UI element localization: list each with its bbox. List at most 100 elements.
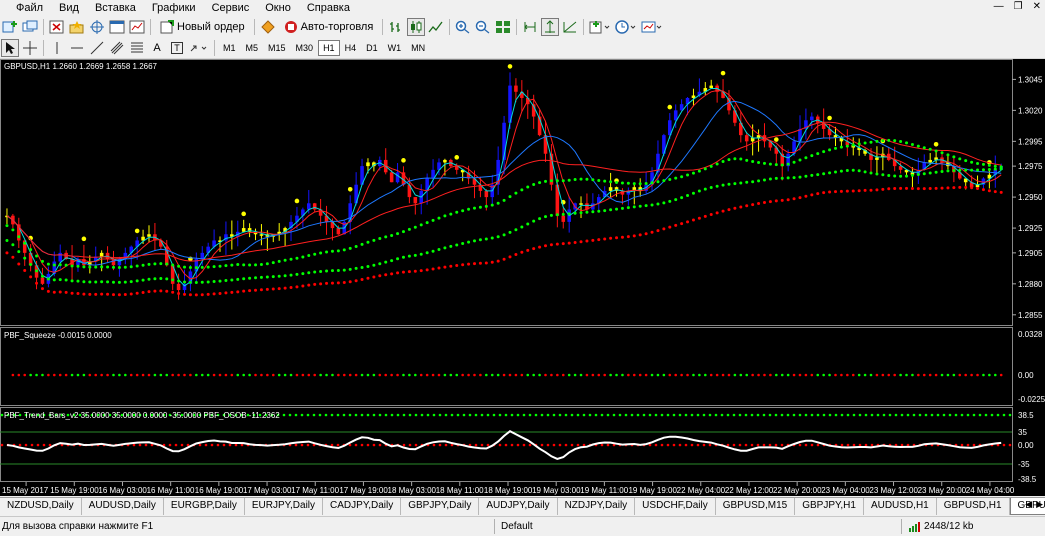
tf-h4[interactable]: H4 xyxy=(340,40,362,56)
squeeze-dot xyxy=(124,374,127,377)
horizontal-line-button[interactable] xyxy=(68,39,86,57)
tab-chart[interactable]: AUDUSD,H1 xyxy=(864,498,937,515)
new-order-button[interactable]: Новый ордер xyxy=(155,18,250,36)
strategy-tester-button[interactable] xyxy=(128,18,146,36)
tab-chart[interactable]: GBPJPY,Daily xyxy=(401,498,479,515)
green-dot-line xyxy=(295,257,298,260)
trend-top-dot xyxy=(775,414,778,417)
text-tool-button[interactable]: A xyxy=(148,39,166,57)
tab-chart[interactable]: AUDJPY,Daily xyxy=(479,498,557,515)
tf-mn[interactable]: MN xyxy=(406,40,430,56)
terminal-button[interactable] xyxy=(108,18,126,36)
tab-prev-icon[interactable]: ◀ xyxy=(1025,499,1032,510)
trend-top-dot xyxy=(331,414,334,417)
green-dot-line-2 xyxy=(852,169,855,172)
tab-chart[interactable]: GBPJPY,H1 xyxy=(795,498,864,515)
trendline-button[interactable] xyxy=(88,39,106,57)
candle-chart-button[interactable] xyxy=(407,18,425,36)
templates-button[interactable] xyxy=(640,18,664,36)
menu-help[interactable]: Справка xyxy=(299,0,358,16)
menu-view[interactable]: Вид xyxy=(51,0,87,16)
green-dot-line-2 xyxy=(76,280,79,283)
menu-tools[interactable]: Сервис xyxy=(204,0,258,16)
red-dot-line xyxy=(946,186,949,189)
candle-body xyxy=(58,253,62,262)
tab-chart[interactable]: GBPUSD,M15 xyxy=(716,498,795,515)
tf-d1[interactable]: D1 xyxy=(361,40,383,56)
fibonacci-button[interactable] xyxy=(128,39,146,57)
tab-chart[interactable]: NZDUSD,Daily xyxy=(0,498,82,515)
bar-chart-button[interactable] xyxy=(387,18,405,36)
data-window-button[interactable] xyxy=(68,18,86,36)
zoom-out-button[interactable] xyxy=(474,18,492,36)
menu-insert[interactable]: Вставка xyxy=(87,0,144,16)
tf-m1[interactable]: M1 xyxy=(218,40,241,56)
arrows-button[interactable] xyxy=(188,39,210,57)
squeeze-dot xyxy=(964,374,967,377)
cursor-button[interactable] xyxy=(1,39,19,57)
red-dot-line xyxy=(651,231,654,234)
trend-zero-dot xyxy=(175,444,178,447)
tab-chart[interactable]: EURJPY,Daily xyxy=(245,498,323,515)
tab-chart[interactable]: GBPUSD,H1 xyxy=(937,498,1010,515)
squeeze-dot xyxy=(899,374,902,377)
tf-w1[interactable]: W1 xyxy=(383,40,407,56)
tf-m30[interactable]: M30 xyxy=(291,40,319,56)
channel-button[interactable] xyxy=(108,39,126,57)
status-profile[interactable]: Default xyxy=(494,519,901,534)
candle-body xyxy=(579,203,583,205)
green-dot-line-2 xyxy=(485,237,488,240)
line-chart-button[interactable] xyxy=(427,18,445,36)
trend-zero-dot xyxy=(433,444,436,447)
squeeze-bar xyxy=(740,375,742,391)
crosshair-button[interactable] xyxy=(21,39,39,57)
red-dot-line xyxy=(514,253,517,256)
tile-windows-button[interactable] xyxy=(494,18,512,36)
green-dot-line-2 xyxy=(757,179,760,182)
squeeze-bar xyxy=(178,375,180,393)
metaeditor-button[interactable] xyxy=(259,18,277,36)
minimize-icon[interactable]: — xyxy=(994,1,1004,12)
indicators-button[interactable] xyxy=(588,18,612,36)
tab-chart[interactable]: AUDUSD,Daily xyxy=(82,498,164,515)
menu-file[interactable]: Файл xyxy=(0,0,51,16)
squeeze-dot xyxy=(35,374,38,377)
separator xyxy=(214,40,215,56)
trend-top-dot xyxy=(769,414,772,417)
close-icon[interactable]: ✕ xyxy=(1033,1,1041,12)
vertical-line-button[interactable] xyxy=(48,39,66,57)
tab-chart[interactable]: EURGBP,Daily xyxy=(164,498,245,515)
menu-window[interactable]: Окно xyxy=(257,0,299,16)
trend-top-dot xyxy=(817,414,820,417)
market-watch-button[interactable] xyxy=(48,18,66,36)
restore-icon[interactable]: ❐ xyxy=(1014,1,1023,12)
new-chart-button[interactable] xyxy=(1,18,19,36)
profiles-button[interactable] xyxy=(21,18,39,36)
chart-shift-button[interactable] xyxy=(521,18,539,36)
green-dot-line xyxy=(165,263,168,266)
autoscroll-button[interactable] xyxy=(541,18,559,36)
green-dot-line-2 xyxy=(372,264,375,267)
menu-charts[interactable]: Графики xyxy=(144,0,204,16)
green-dot-line xyxy=(941,151,944,154)
chart-window[interactable]: 1.30451.30201.29951.29751.29501.29251.29… xyxy=(0,59,1045,496)
tf-m5[interactable]: M5 xyxy=(241,40,264,56)
red-dot-line xyxy=(964,186,967,189)
navigator-button[interactable] xyxy=(88,18,106,36)
green-dot-line xyxy=(870,141,873,144)
auto-trading-button[interactable]: Авто-торговля xyxy=(279,18,379,36)
green-dot-line xyxy=(674,177,677,180)
tf-m15[interactable]: M15 xyxy=(263,40,291,56)
chart-scale-button[interactable] xyxy=(561,18,579,36)
label-tool-button[interactable]: T xyxy=(168,39,186,57)
tab-chart[interactable]: NZDJPY,Daily xyxy=(558,498,636,515)
tab-next-icon[interactable]: ▶ xyxy=(1036,499,1043,510)
green-dot-line-2 xyxy=(53,278,56,281)
chart-canvas[interactable]: 1.30451.30201.29951.29751.29501.29251.29… xyxy=(0,59,1045,496)
zoom-in-button[interactable] xyxy=(454,18,472,36)
periods-button[interactable] xyxy=(614,18,638,36)
price-tick-label: 1.2855 xyxy=(1018,311,1043,320)
tf-h1[interactable]: H1 xyxy=(318,40,340,56)
tab-chart[interactable]: CADJPY,Daily xyxy=(323,498,401,515)
tab-chart[interactable]: USDCHF,Daily xyxy=(635,498,716,515)
